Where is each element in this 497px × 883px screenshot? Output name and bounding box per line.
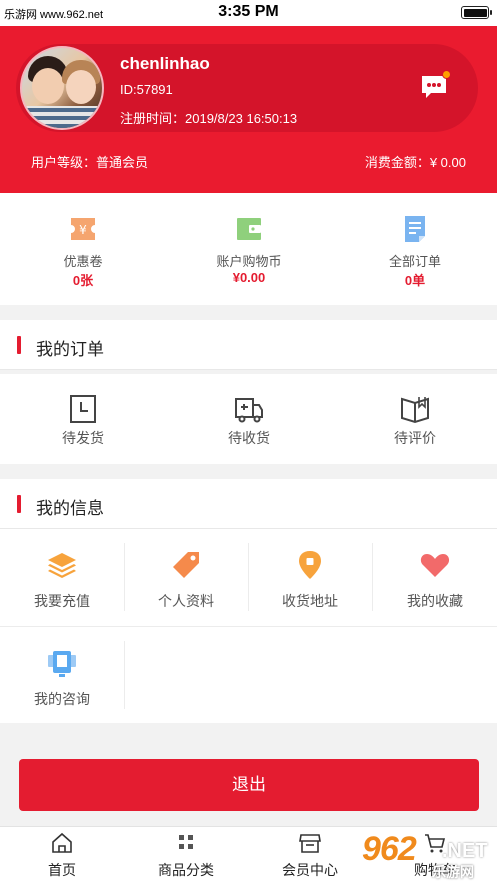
spend-label: 消费金额： <box>364 155 430 170</box>
divider <box>124 641 125 709</box>
wallet-icon <box>237 218 261 240</box>
tag-icon <box>173 552 199 578</box>
watermark-brand: 962 <box>362 830 417 868</box>
stat-wallet[interactable]: 账户购物币 ¥0.00 <box>166 193 332 305</box>
section-accent-bar <box>17 336 21 354</box>
order-label: 待评价 <box>394 430 436 446</box>
stat-label: 全部订单 <box>388 254 441 269</box>
user-level: 用户等级：普通会员 <box>31 152 148 171</box>
stat-value: 0单 <box>404 273 426 288</box>
order-pending-shipment[interactable]: 待发货 <box>0 374 166 464</box>
status-bar: 乐游网 www.962.net 3:35 PM <box>0 0 497 26</box>
info-label: 我要充值 <box>34 593 90 609</box>
status-time: 3:35 PM <box>218 3 279 20</box>
info-label: 我的咨询 <box>34 691 90 707</box>
register-time-label: 注册时间： <box>120 111 186 126</box>
divider <box>372 543 373 611</box>
register-time-value: 2019/8/23 16:50:13 <box>185 111 298 126</box>
section-title: 我的信息 <box>36 499 104 518</box>
divider <box>124 543 125 611</box>
info-label: 个人资料 <box>158 593 214 609</box>
book-icon <box>401 397 429 424</box>
section-accent-bar <box>17 495 21 513</box>
watermark-logo: 962 .NET 乐游网 <box>362 830 492 880</box>
section-title: 我的订单 <box>36 340 104 359</box>
profile-card[interactable]: chenlinhao ID:57891 注册时间：2019/8/23 16:50… <box>16 44 478 132</box>
message-button[interactable] <box>420 70 451 100</box>
order-pending-review[interactable]: 待评价 <box>332 374 497 464</box>
stat-label: 优惠卷 <box>63 254 103 269</box>
profile-header: chenlinhao ID:57891 注册时间：2019/8/23 16:50… <box>0 26 497 193</box>
svg-text:¥: ¥ <box>79 223 87 237</box>
user-level-value: 普通会员 <box>96 155 149 170</box>
avatar[interactable] <box>20 46 104 130</box>
logout-button[interactable]: 退出 <box>19 759 479 811</box>
heart-icon <box>420 554 450 577</box>
coupon-icon: ¥ <box>71 218 95 240</box>
notification-dot <box>442 70 451 79</box>
home-icon <box>52 832 72 853</box>
stat-all-orders[interactable]: 全部订单 0单 <box>332 193 497 305</box>
info-label: 我的收藏 <box>407 593 463 609</box>
layers-icon <box>48 553 76 578</box>
order-pending-receipt[interactable]: 待收货 <box>166 374 332 464</box>
info-label: 收货地址 <box>282 593 338 609</box>
orders-panel: 待发货 待收货 待评价 <box>0 374 497 464</box>
tab-label: 首页 <box>48 862 76 878</box>
stat-value: ¥0.00 <box>232 270 266 285</box>
my-info-header: 我的信息 <box>0 479 497 529</box>
stat-label: 账户购物币 <box>216 254 282 269</box>
stats-panel: ¥ 优惠卷 0张 账户购物币 ¥0.00 全部订单 0单 <box>0 193 497 305</box>
tab-member-center[interactable]: 会员中心 <box>248 827 372 883</box>
order-label: 待收货 <box>228 430 270 446</box>
spend-value: ¥ 0.00 <box>429 155 466 170</box>
info-address[interactable]: 收货地址 <box>248 529 372 625</box>
info-favorites[interactable]: 我的收藏 <box>373 529 497 625</box>
watermark-suffix: .NET <box>442 840 488 862</box>
spend-amount: 消费金额：¥ 0.00 <box>365 152 466 171</box>
register-time: 注册时间：2019/8/23 16:50:13 <box>120 108 297 127</box>
grid-icon <box>179 835 193 849</box>
user-level-label: 用户等级： <box>31 155 97 170</box>
info-consult[interactable]: 我的咨询 <box>0 627 124 723</box>
info-profile[interactable]: 个人资料 <box>124 529 248 625</box>
my-orders-header: 我的订单 <box>0 320 497 370</box>
clock-icon <box>70 395 96 423</box>
tab-categories[interactable]: 商品分类 <box>124 827 248 883</box>
user-id: ID:57891 <box>120 82 173 97</box>
stat-coupon[interactable]: ¥ 优惠卷 0张 <box>0 193 166 305</box>
store-icon <box>299 834 321 853</box>
tab-label: 商品分类 <box>158 862 214 878</box>
truck-icon <box>235 398 263 423</box>
tab-home[interactable]: 首页 <box>0 827 124 883</box>
watermark-site: 乐游网 <box>432 864 474 880</box>
order-list-icon <box>405 216 425 242</box>
battery-icon <box>461 6 492 19</box>
order-label: 待发货 <box>62 430 104 446</box>
tab-label: 会员中心 <box>282 862 338 878</box>
location-shield-icon <box>299 551 321 579</box>
divider <box>248 543 249 611</box>
divider <box>0 626 497 627</box>
chat-screen-icon <box>48 651 76 677</box>
username: chenlinhao <box>120 54 210 73</box>
info-recharge[interactable]: 我要充值 <box>0 529 124 625</box>
stat-value: 0张 <box>72 273 94 288</box>
info-panel: 我要充值 个人资料 收货地址 我的收藏 我的咨询 <box>0 529 497 723</box>
